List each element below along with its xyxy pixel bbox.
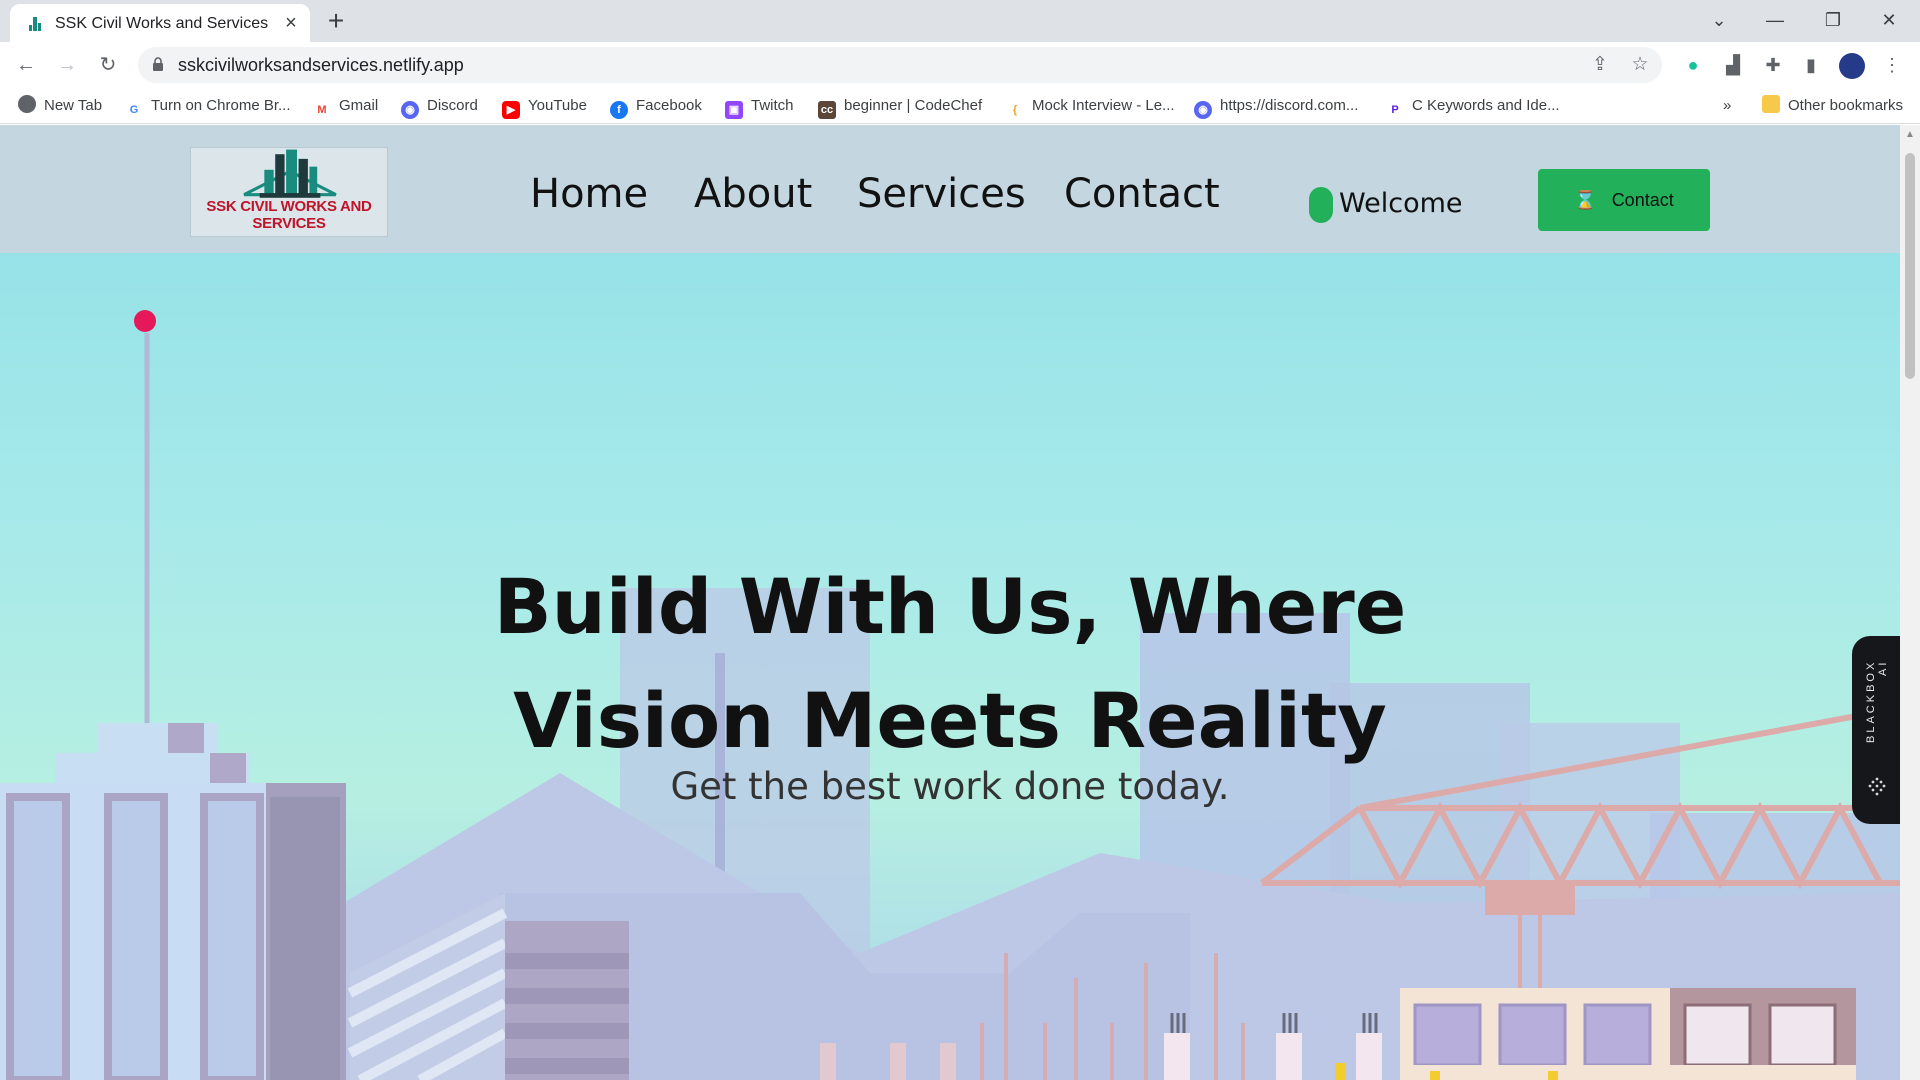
logo-text: SSK CIVIL WORKS AND SERVICES	[206, 198, 372, 232]
hero-title-line-2: Vision Meets Reality	[513, 676, 1387, 765]
nav-contact[interactable]: Contact	[1064, 171, 1220, 217]
bookmark-item[interactable]: ▣ Twitch	[725, 95, 794, 119]
nav-home[interactable]: Home	[530, 171, 648, 217]
browser-toolbar: ← → ↻ sskcivilworksandservices.netlify.a…	[0, 42, 1920, 88]
discord-icon: ◉	[1194, 101, 1212, 119]
site-favicon-icon	[29, 17, 41, 31]
bookmark-item[interactable]: ◉ Discord	[401, 95, 478, 119]
bookmark-item[interactable]: ▶ YouTube	[502, 95, 587, 119]
youtube-icon: ▶	[502, 101, 520, 119]
bookmarks-overflow-icon[interactable]: »	[1723, 95, 1731, 117]
hourglass-icon: ⌛	[1574, 190, 1597, 210]
minimize-button[interactable]: —	[1752, 4, 1798, 36]
contact-button-label: Contact	[1611, 190, 1674, 210]
twitch-icon: ▣	[725, 101, 743, 119]
share-icon[interactable]: ⇪	[1588, 53, 1612, 77]
blackbox-dots-icon	[1868, 777, 1886, 796]
bookmark-item[interactable]: New Tab	[18, 95, 102, 117]
contact-button[interactable]: ⌛ Contact	[1538, 169, 1710, 231]
tab-close-icon[interactable]: ×	[280, 12, 302, 34]
bookmark-item[interactable]: cc beginner | CodeChef	[818, 95, 982, 119]
folder-icon	[1762, 95, 1780, 113]
close-window-button[interactable]: ✕	[1866, 4, 1912, 36]
bookmark-item[interactable]: {Mock Interview - Le...	[1006, 95, 1175, 119]
grammarly-icon[interactable]: ●	[1681, 53, 1705, 77]
other-bookmarks[interactable]: Other bookmarks	[1762, 95, 1903, 117]
facebook-icon: f	[610, 101, 628, 119]
forward-button[interactable]: →	[53, 51, 81, 79]
profile-avatar[interactable]	[1839, 53, 1865, 79]
scrollbar-thumb[interactable]	[1905, 153, 1915, 379]
programiz-icon: P	[1386, 101, 1404, 119]
bookmark-item[interactable]: f Facebook	[610, 95, 702, 119]
nav-about[interactable]: About	[694, 171, 812, 217]
site-header: SSK CIVIL WORKS AND SERVICES Home About …	[0, 125, 1900, 253]
page-viewport: SSK CIVIL WORKS AND SERVICES Home About …	[0, 125, 1900, 1080]
side-panel-icon[interactable]: ▮	[1799, 53, 1823, 77]
scroll-up-arrow-icon[interactable]: ▲	[1905, 129, 1915, 140]
company-logo[interactable]: SSK CIVIL WORKS AND SERVICES	[190, 147, 388, 237]
bookmark-item[interactable]: M Gmail	[313, 95, 378, 119]
back-button[interactable]: ←	[12, 51, 40, 79]
hero-title: Build With Us, Where Vision Meets Realit…	[430, 550, 1470, 778]
extension-stats-icon[interactable]: ▟	[1721, 53, 1745, 77]
restore-button[interactable]: ❐	[1810, 4, 1856, 36]
blackbox-ai-label: BLACKBOX AI	[1865, 660, 1889, 744]
bookmarks-bar: New Tab G Turn on Chrome Br... M Gmail ◉ Di…	[0, 88, 1920, 124]
browser-tab[interactable]: SSK Civil Works and Services ×	[10, 4, 310, 42]
browser-title-bar: SSK Civil Works and Services × + ⌄ — ❐ ✕	[0, 0, 1920, 42]
discord-icon: ◉	[401, 101, 419, 119]
gmail-icon: M	[313, 101, 331, 119]
bookmark-item[interactable]: ◉ https://discord.com...	[1194, 95, 1358, 119]
tab-search-icon[interactable]: ⌄	[1696, 4, 1742, 36]
address-bar[interactable]: sskcivilworksandservices.netlify.app ⇪ ☆	[138, 47, 1662, 83]
new-tab-button[interactable]: +	[322, 7, 350, 36]
welcome-indicator	[1309, 187, 1333, 223]
page-scrollbar[interactable]: ▲	[1900, 125, 1920, 1080]
hero-subtitle: Get the best work done today.	[670, 765, 1230, 808]
hero-title-line-1: Build With Us, Where	[493, 562, 1407, 651]
welcome-text: Welcome	[1339, 188, 1463, 219]
bookmark-item[interactable]: G Turn on Chrome Br...	[125, 95, 291, 119]
reload-button[interactable]: ↻	[94, 51, 122, 79]
bookmark-item[interactable]: PC Keywords and Ide...	[1386, 95, 1560, 119]
codechef-icon: cc	[818, 101, 836, 119]
bookmark-star-icon[interactable]: ☆	[1628, 53, 1652, 77]
lock-icon	[153, 57, 163, 71]
blackbox-ai-widget[interactable]: BLACKBOX AI	[1852, 636, 1900, 824]
google-icon: G	[125, 101, 143, 119]
extensions-puzzle-icon[interactable]: ✚	[1761, 53, 1785, 77]
globe-icon	[18, 95, 36, 113]
nav-services[interactable]: Services	[857, 171, 1026, 217]
leetcode-icon: {	[1006, 101, 1024, 119]
chrome-menu-icon[interactable]: ⋮	[1880, 53, 1904, 77]
url-text: sskcivilworksandservices.netlify.app	[178, 55, 464, 75]
tab-title: SSK Civil Works and Services	[55, 15, 269, 32]
